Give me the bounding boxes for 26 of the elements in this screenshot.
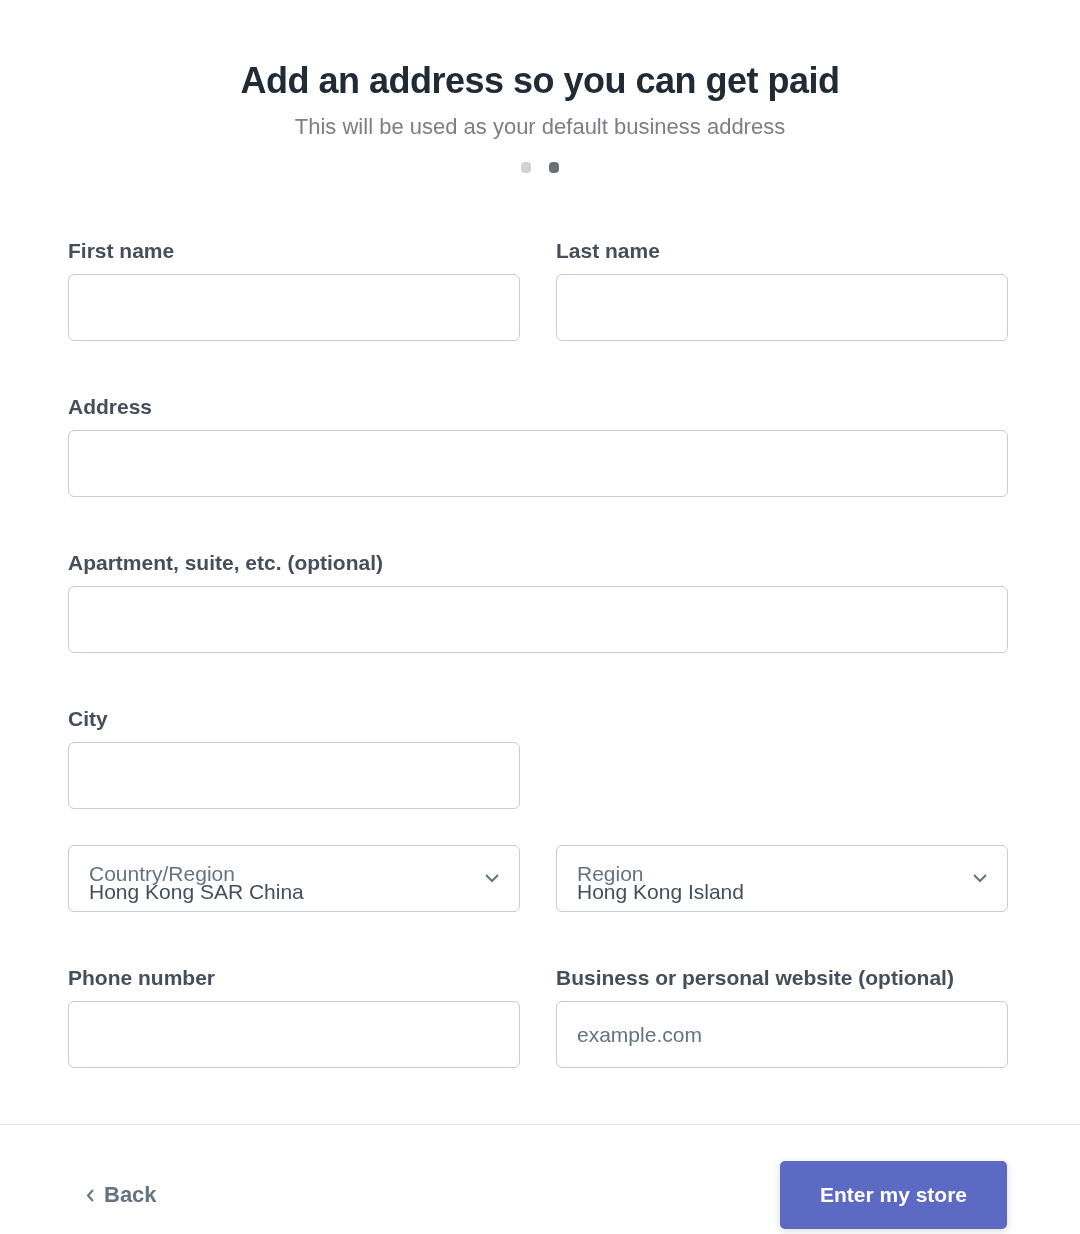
input-field[interactable]	[68, 274, 520, 341]
input-field[interactable]	[68, 430, 1008, 497]
field-label: Apartment, suite, etc. (optional)	[68, 551, 385, 575]
chevron-left-icon	[86, 1188, 94, 1202]
input-field[interactable]	[68, 742, 520, 809]
field-label: Last name	[556, 239, 661, 263]
page-subtitle: This will be used as your default business address	[294, 114, 786, 140]
chevron-down-icon	[485, 874, 499, 883]
field-label: First name	[68, 239, 176, 263]
page-title: Add an address so you can get paid	[240, 60, 840, 102]
dropdown-field[interactable]: Region Hong Kong Island	[556, 845, 1008, 912]
input-field[interactable]	[556, 274, 1008, 341]
dropdown-field[interactable]: Country/Region Hong Kong SAR China	[68, 845, 520, 912]
input-field[interactable]	[68, 1001, 520, 1068]
field-label: City	[68, 707, 109, 731]
input-field[interactable]	[68, 586, 1008, 653]
input-field[interactable]: example.com	[556, 1001, 1008, 1068]
chevron-down-icon	[973, 874, 987, 883]
back-link[interactable]: Back	[86, 1182, 157, 1208]
back-label: Back	[104, 1182, 157, 1208]
submit-button[interactable]: Enter my store	[780, 1161, 1007, 1229]
dropdown-label: Country/Region	[89, 864, 236, 883]
field-label: Phone number	[68, 966, 216, 990]
field-label: Business or personal website (optional)	[556, 966, 955, 990]
dropdown-label: Region	[577, 864, 645, 883]
field-label: Address	[68, 395, 154, 419]
